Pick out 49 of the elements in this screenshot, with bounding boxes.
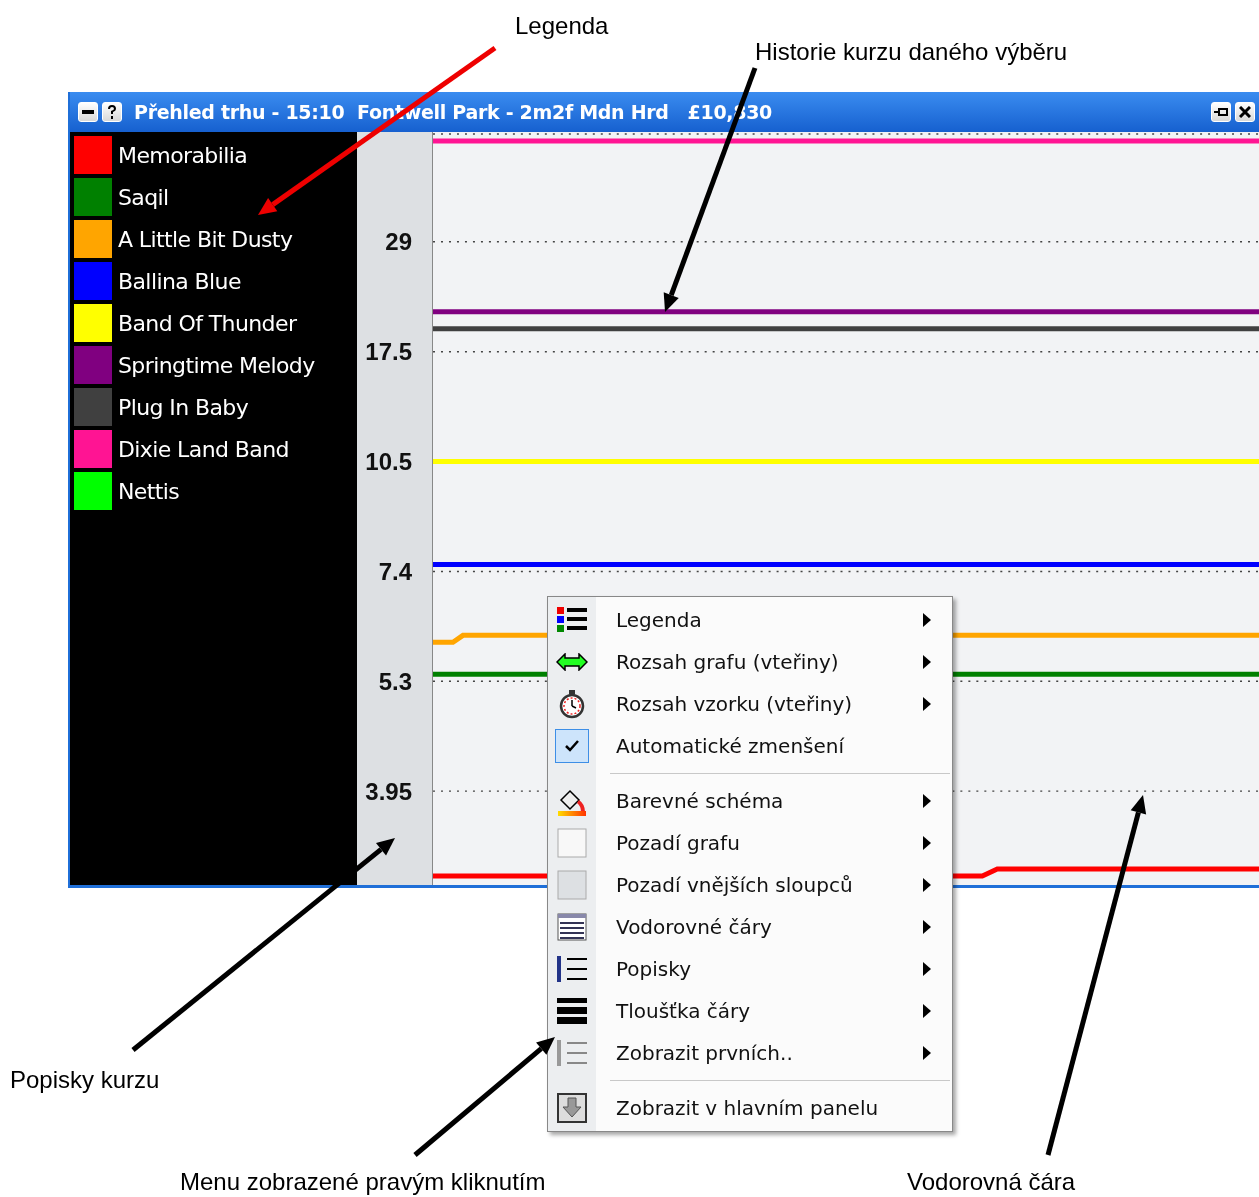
menu-item[interactable]: Zobrazit v hlavním panelu <box>548 1087 952 1129</box>
help-icon <box>107 105 117 119</box>
close-button[interactable] <box>1235 102 1255 122</box>
legend-label: Memorabilia <box>118 142 248 168</box>
legend-label: Dixie Land Band <box>118 436 289 462</box>
annotation-label: Menu zobrazené pravým kliknutím <box>180 1168 546 1196</box>
legend-label: Saqil <box>118 184 169 210</box>
legend-label: A Little Bit Dusty <box>118 226 293 252</box>
menu-item[interactable]: Zobrazit prvních.. <box>548 1032 952 1074</box>
stopwatch-icon <box>557 689 587 719</box>
annotation-label: Historie kurzu daného výběru <box>755 38 1068 66</box>
axis-label: 17.5 <box>365 338 412 366</box>
check-icon <box>565 740 579 752</box>
axis-label: 29 <box>385 228 412 256</box>
legend-icon <box>557 607 587 633</box>
axis-label: 5.3 <box>378 668 412 696</box>
menu-item[interactable]: Barevné schéma <box>548 780 952 822</box>
annotation-label: Vodorovná čára <box>907 1168 1076 1196</box>
menu-item[interactable]: Tloušťka čáry <box>548 990 952 1032</box>
close-icon <box>1239 106 1251 118</box>
axis-label: 3.95 <box>365 778 412 806</box>
pin-button[interactable] <box>1211 102 1231 122</box>
menu-item[interactable]: Popisky <box>548 948 952 990</box>
menu-item[interactable]: Pozadí vnějších sloupců <box>548 864 952 906</box>
lined-page-icon <box>557 913 587 941</box>
annotation-label: Popisky kurzu <box>10 1066 160 1094</box>
menu-item[interactable]: Vodorovné čáry <box>548 906 952 948</box>
double-arrow-icon <box>556 653 588 671</box>
menu-item[interactable]: Rozsah vzorku (vteřiny) <box>548 683 952 725</box>
square-icon <box>557 870 587 900</box>
pin-icon <box>1214 107 1228 117</box>
menu-item[interactable]: Legenda <box>548 599 952 641</box>
square-icon <box>557 828 587 858</box>
menu-item[interactable]: Rozsah grafu (vteřiny) <box>548 641 952 683</box>
legend-label: Nettis <box>118 478 180 504</box>
check-toggle[interactable] <box>555 729 589 763</box>
thick-lines-icon <box>557 998 587 1024</box>
annotation-label: Legenda <box>515 12 609 40</box>
menu-item[interactable]: Pozadí grafu <box>548 822 952 864</box>
legend-label: Plug In Baby <box>118 394 249 420</box>
legend-label: Band Of Thunder <box>118 310 297 336</box>
axis-label: 10.5 <box>365 448 412 476</box>
legend-label: Ballina Blue <box>118 268 241 294</box>
menu-item[interactable]: Automatické zmenšení <box>548 725 952 767</box>
axis-label: 7.4 <box>378 558 412 586</box>
minus-icon <box>82 110 94 114</box>
legend-label: Springtime Melody <box>118 352 315 378</box>
minimize-button[interactable] <box>78 102 98 122</box>
help-button[interactable] <box>102 102 122 122</box>
